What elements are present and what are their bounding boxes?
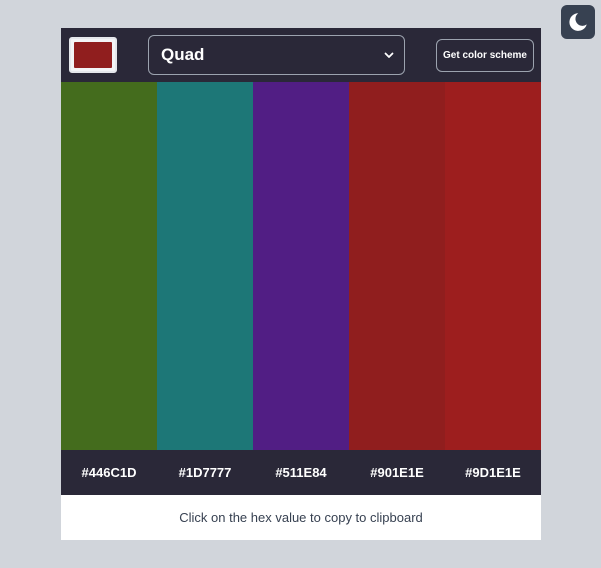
color-palette [61, 82, 541, 450]
color-scheme-app: Quad Get color scheme #446C1D #1D7777 #5… [61, 28, 541, 540]
scheme-mode-select[interactable]: Quad [148, 35, 405, 75]
scheme-mode-value: Quad [161, 45, 205, 64]
hex-value-5[interactable]: #9D1E1E [445, 450, 541, 495]
theme-toggle-button[interactable] [561, 5, 595, 39]
hex-value-2[interactable]: #1D7777 [157, 450, 253, 495]
color-column-4[interactable] [349, 82, 445, 450]
copy-instruction-text: Click on the hex value to copy to clipbo… [61, 495, 541, 540]
color-column-3[interactable] [253, 82, 349, 450]
hex-value-3[interactable]: #511E84 [253, 450, 349, 495]
moon-icon [567, 11, 589, 33]
toolbar: Quad Get color scheme [61, 28, 541, 82]
seed-color-picker[interactable] [69, 37, 117, 73]
hex-value-4[interactable]: #901E1E [349, 450, 445, 495]
chevron-down-icon [384, 45, 404, 65]
hex-value-1[interactable]: #446C1D [61, 450, 157, 495]
get-color-scheme-button[interactable]: Get color scheme [436, 39, 534, 72]
hex-values-bar: #446C1D #1D7777 #511E84 #901E1E #9D1E1E [61, 450, 541, 495]
color-column-2[interactable] [157, 82, 253, 450]
color-column-1[interactable] [61, 82, 157, 450]
seed-color-swatch [74, 42, 112, 68]
color-column-5[interactable] [445, 82, 541, 450]
